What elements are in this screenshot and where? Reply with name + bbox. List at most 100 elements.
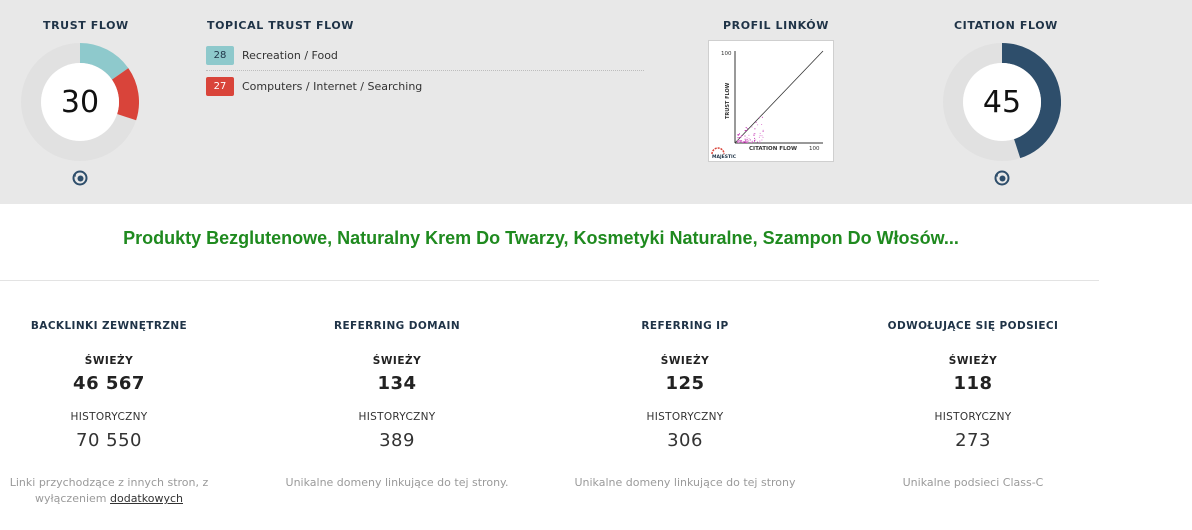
scatter-point (757, 124, 759, 126)
stat-referring-ips: REFERRING IP ŚWIEŻY 125 HISTORYCZNY 306 … (570, 320, 800, 491)
topic-row-recreation[interactable]: 28 Recreation / Food (206, 45, 338, 65)
site-title: Produkty Bezglutenowe, Naturalny Krem Do… (123, 228, 959, 248)
scatter-point (746, 139, 748, 141)
fresh-value: 125 (665, 373, 705, 394)
scatter-point (738, 140, 740, 142)
scatter-point (751, 140, 753, 142)
historic-label: HISTORYCZNY (934, 411, 1012, 423)
fresh-label: ŚWIEŻY (948, 355, 998, 367)
fresh-value: 118 (953, 373, 993, 394)
topical-trust-flow-header: TOPICAL TRUST FLOW (207, 19, 355, 32)
scatter-point (744, 135, 746, 137)
scatter-point (759, 135, 761, 137)
stat-description: Unikalne domeny linkujące do tej strony. (285, 476, 509, 489)
scatter-point (737, 141, 739, 143)
topic-label: Recreation / Food (242, 48, 338, 62)
stat-header: REFERRING IP (641, 320, 729, 332)
scatter-point (743, 141, 745, 143)
scatter-point (740, 140, 742, 142)
citation-flow-value: 45 (982, 84, 1022, 120)
topic-divider (206, 70, 644, 71)
scatter-point (754, 133, 756, 135)
scatter-point (744, 130, 746, 132)
stat-description: Linki przychodzące z innych stron, z wył… (0, 475, 224, 507)
scatter-point (748, 134, 750, 136)
scatter-point (759, 117, 760, 119)
history-icon[interactable] (72, 170, 88, 186)
topic-score-badge: 28 (206, 45, 234, 65)
trust-flow-header: TRUST FLOW (43, 19, 129, 32)
scatter-point (750, 141, 752, 143)
section-divider (0, 280, 1099, 281)
scatter-point (737, 137, 738, 139)
historic-value: 389 (379, 430, 415, 451)
scatter-point (742, 141, 744, 143)
historic-label: HISTORYCZNY (358, 411, 436, 423)
scatter-point (741, 135, 743, 137)
topic-label: Computers / Internet / Searching (242, 79, 423, 93)
trust-flow-donut: 30 (21, 43, 139, 161)
fresh-label: ŚWIEŻY (660, 355, 710, 367)
scatter-point (754, 139, 755, 141)
historic-label: HISTORYCZNY (646, 411, 724, 423)
topic-row-computers[interactable]: 27 Computers / Internet / Searching (206, 76, 422, 96)
scatter-point (746, 128, 748, 130)
stat-external-backlinks: BACKLINKI ZEWNĘTRZNE ŚWIEŻY 46 567 HISTO… (0, 320, 224, 507)
fresh-label: ŚWIEŻY (372, 355, 422, 367)
scatter-point (761, 124, 763, 125)
citation-flow-donut: 45 (943, 43, 1061, 161)
historic-label: HISTORYCZNY (70, 411, 148, 423)
additional-link[interactable]: dodatkowych (110, 492, 183, 505)
scatter-point (762, 129, 764, 131)
history-icon[interactable] (994, 170, 1010, 186)
scatter-point (761, 139, 763, 141)
link-profile-header: PROFIL LINKÓW (723, 19, 829, 32)
scatter-point (762, 136, 764, 138)
stat-referring-domains: REFERRING DOMAIN ŚWIEŻY 134 HISTORYCZNY … (282, 320, 512, 491)
scatter-point (745, 140, 747, 142)
scatter-point (758, 136, 760, 138)
link-profile-chart[interactable]: 100 100 CITATION FLOW TRUST FLOW MAJESTI… (708, 40, 834, 162)
scatter-point (746, 137, 748, 139)
scatter-point (744, 138, 746, 140)
scatter-point (757, 141, 758, 143)
scatter-point (739, 133, 740, 135)
stat-header: BACKLINKI ZEWNĘTRZNE (30, 320, 188, 332)
y-max-label: 100 (721, 51, 732, 57)
historic-value: 273 (955, 430, 991, 451)
trust-flow-value: 30 (60, 84, 100, 120)
scatter-point (753, 133, 755, 135)
scatter-point (745, 127, 747, 128)
scatter-point (746, 141, 748, 143)
scatter-point (740, 137, 742, 139)
scatter-point (752, 141, 754, 143)
scatter-point (741, 140, 743, 142)
scatter-point (738, 137, 740, 138)
scatter-point (762, 130, 764, 132)
scatter-point (761, 135, 763, 137)
topic-score-badge: 27 (206, 76, 234, 96)
stat-description: Unikalne domeny linkujące do tej strony (574, 476, 796, 489)
historic-value: 70 550 (76, 430, 142, 451)
scatter-point (740, 136, 742, 137)
scatter-point (754, 137, 756, 139)
stat-referring-subnets: ODWOŁUJĄCE SIĘ PODSIECI ŚWIEŻY 118 HISTO… (858, 320, 1088, 491)
x-axis-label: CITATION FLOW (749, 146, 797, 152)
scatter-point (749, 139, 751, 141)
fresh-value: 134 (377, 373, 417, 394)
scatter-point (751, 126, 753, 128)
scatter-point (759, 141, 761, 143)
scatter-point (754, 128, 756, 130)
fresh-label: ŚWIEŻY (84, 355, 134, 367)
historic-value: 306 (667, 430, 703, 451)
link-profile-scatter: 100 100 CITATION FLOW TRUST FLOW MAJESTI… (711, 50, 824, 160)
y-axis-label: TRUST FLOW (725, 82, 731, 119)
scatter-point (747, 140, 749, 142)
stat-header: ODWOŁUJĄCE SIĘ PODSIECI (887, 320, 1059, 332)
citation-flow-header: CITATION FLOW (954, 19, 1058, 32)
scatter-point (737, 139, 739, 141)
scatter-point (753, 134, 755, 136)
fresh-value: 46 567 (73, 373, 145, 394)
scatter-point (745, 141, 747, 143)
scatter-point (761, 116, 763, 118)
